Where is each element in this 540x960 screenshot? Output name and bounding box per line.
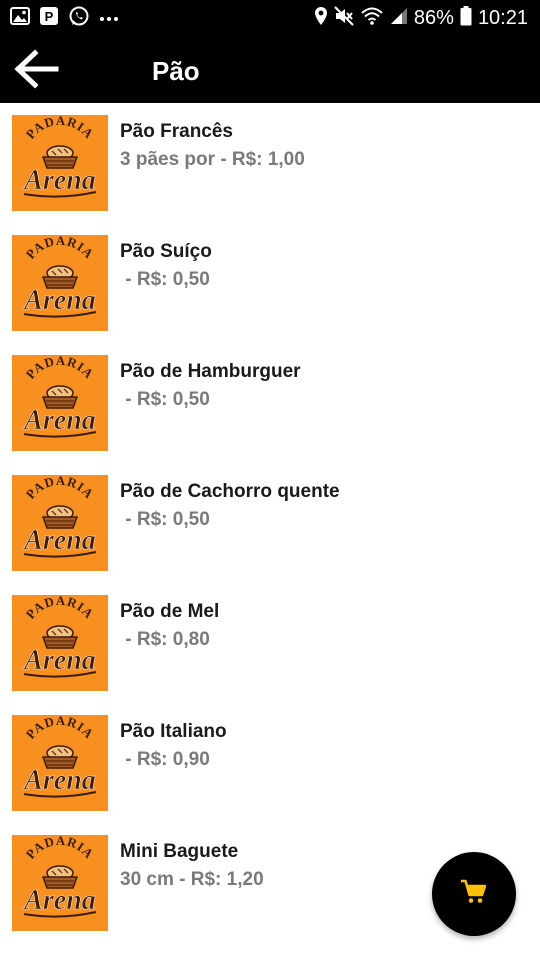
svg-text:P: P [45,9,54,24]
logo-brand-main: Arena [22,405,96,436]
whatsapp-icon [68,5,90,32]
logo-brand-main: Arena [22,645,96,676]
product-name: Pão de Mel [120,601,220,622]
svg-text:PADARIA: PADARIA [23,595,97,622]
battery-percent: 86% [413,7,454,29]
mute-icon [334,5,354,31]
svg-text:PADARIA: PADARIA [23,715,97,742]
app-bar: Pão [0,37,540,103]
product-name: Pão Suíço [120,241,212,262]
parking-icon: P [39,6,59,31]
status-notifications: P [10,6,119,30]
location-icon [314,6,328,31]
product-name: Pão de Hamburguer [120,361,301,382]
status-bar: P 86% 10:21 [0,0,540,37]
product-logo: PADARIA Arena [12,355,108,451]
logo-brand-top: PADARIA [23,475,96,502]
list-item[interactable]: PADARIA Arena Pão Francês 3 pães por - R$: … [0,103,540,223]
list-item[interactable]: PADARIA Arena Pão de Hamburguer - R$: 0,50 [0,343,540,463]
product-logo: PADARIA Arena [12,235,108,331]
product-name: Pão Francês [120,121,233,142]
product-name: Pão Italiano [120,721,227,742]
arrow-back-icon [13,48,59,94]
logo-brand-main: Arena [22,885,96,916]
list-item[interactable]: PADARIA Arena Pão de Mel - R$: 0,80 [0,583,540,703]
wifi-icon [360,6,384,31]
battery-icon [460,5,472,31]
svg-text:PADARIA: PADARIA [23,475,97,502]
cart-icon [460,879,488,910]
logo-brand-main: Arena [22,765,96,796]
product-price: - R$: 0,50 [120,509,210,530]
product-logo: PADARIA Arena [12,115,108,211]
svg-text:PADARIA: PADARIA [23,115,97,142]
gallery-icon [10,6,30,30]
list-item[interactable]: PADARIA Arena Pão Suíço - R$: 0,50 [0,223,540,343]
list-item[interactable]: PADARIA Arena Pão Italiano - R$: 0,90 [0,703,540,823]
svg-text:PADARIA: PADARIA [23,835,97,862]
logo-brand-top: PADARIA [23,355,96,382]
logo-brand-main: Arena [22,165,96,196]
list-item[interactable]: PADARIA Arena Pão de Cachorro quente - R$:… [0,463,540,583]
product-logo: PADARIA Arena [12,715,108,811]
product-price: 30 cm - R$: 1,20 [120,869,264,890]
product-price: - R$: 0,50 [120,269,210,290]
product-logo: PADARIA Arena [12,835,108,931]
product-price: 3 pães por - R$: 1,00 [120,149,305,170]
logo-brand-top: PADARIA [23,595,96,622]
product-name: Pão de Cachorro quente [120,481,340,502]
product-logo: PADARIA Arena [12,475,108,571]
logo-brand-main: Arena [22,285,96,316]
clock: 10:21 [477,7,528,29]
logo-brand-main: Arena [22,525,96,556]
logo-brand-top: PADARIA [23,715,96,742]
page-title: Pão [152,56,200,86]
product-price: - R$: 0,90 [120,749,210,770]
product-logo: PADARIA Arena [12,595,108,691]
product-price: - R$: 0,50 [120,389,210,410]
svg-text:PADARIA: PADARIA [23,235,97,262]
svg-text:PADARIA: PADARIA [23,355,97,382]
logo-brand-top: PADARIA [23,115,96,142]
more-dots-icon [99,9,119,27]
logo-brand-top: PADARIA [23,235,96,262]
product-price: - R$: 0,80 [120,629,210,650]
back-button[interactable] [8,43,64,99]
logo-brand-top: PADARIA [23,835,96,862]
cart-button[interactable] [432,852,516,936]
signal-icon [390,7,408,30]
status-system: 86% 10:21 [314,4,528,32]
product-name: Mini Baguete [120,841,239,862]
